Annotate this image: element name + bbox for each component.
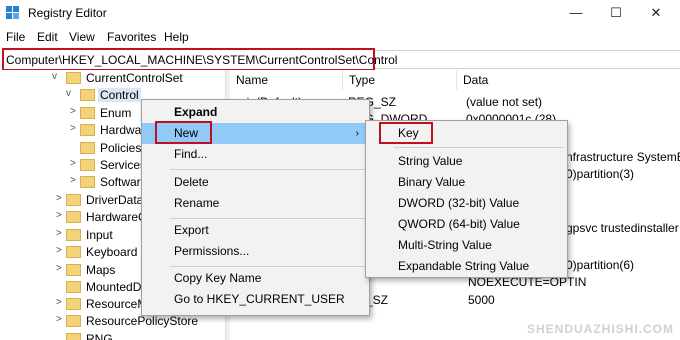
close-button[interactable]: ✕: [636, 2, 676, 24]
menu-help[interactable]: Help: [164, 30, 189, 44]
folder-icon: [80, 142, 95, 154]
submenu-item-string-value[interactable]: String Value: [366, 151, 567, 172]
tree-item-label: Enum: [100, 106, 132, 120]
folder-icon: [66, 264, 81, 276]
menu-item-export[interactable]: Export: [142, 220, 369, 241]
value-data: 0)partition(3): [566, 167, 635, 181]
tree-item-label: ResourcePolicyStore: [86, 314, 199, 328]
tree-item-label: Maps: [86, 263, 116, 277]
value-data: (value not set): [466, 95, 543, 109]
tree-item-label: Hardwa: [100, 123, 142, 137]
folder-icon: [66, 298, 81, 310]
registry-editor-icon: [6, 6, 20, 20]
tree-item-label: Input: [86, 228, 113, 242]
expand-chevron-icon[interactable]: >: [56, 193, 66, 204]
folder-icon: [80, 176, 95, 188]
submenu-item-qword-value[interactable]: QWORD (64-bit) Value: [366, 214, 567, 235]
tree-item-label: Policies: [100, 141, 142, 155]
expand-chevron-icon[interactable]: >: [70, 106, 80, 117]
submenu-item-expandable-string-value[interactable]: Expandable String Value: [366, 256, 567, 277]
menu-separator: [394, 147, 563, 148]
menu-separator: [170, 218, 365, 219]
expand-chevron-icon[interactable]: >: [70, 123, 80, 134]
tree-item-currentcontrolset[interactable]: v CurrentControlSet: [0, 70, 225, 87]
maximize-button[interactable]: ☐: [596, 2, 636, 24]
menu-item-copy-key-name[interactable]: Copy Key Name: [142, 268, 369, 289]
window-title: Registry Editor: [28, 6, 107, 20]
menu-separator: [170, 169, 365, 170]
folder-icon: [66, 315, 81, 327]
expand-chevron-icon[interactable]: >: [70, 175, 80, 186]
folder-icon: [66, 229, 81, 241]
tree-item-label: Keyboard L: [86, 245, 148, 259]
expand-chevron-icon[interactable]: >: [56, 314, 66, 325]
submenu-item-binary-value[interactable]: Binary Value: [366, 172, 567, 193]
menu-item-rename[interactable]: Rename: [142, 193, 369, 214]
folder-icon: [66, 281, 81, 293]
folder-icon: [80, 124, 95, 136]
folder-icon: [66, 72, 81, 84]
value-data: nfrastructure SystemEv: [566, 150, 680, 164]
folder-icon: [66, 194, 81, 206]
minimize-button[interactable]: —: [556, 2, 596, 24]
annotation-highlight-new: [155, 121, 212, 144]
expand-chevron-icon[interactable]: >: [56, 210, 66, 221]
tree-item-label: Services: [100, 158, 147, 172]
title-bar: Registry Editor — ☐ ✕: [0, 0, 680, 28]
watermark: SHENDUAZHISHI.COM: [526, 322, 674, 336]
expand-chevron-icon[interactable]: >: [56, 245, 66, 256]
column-header-data[interactable]: Data: [457, 70, 680, 90]
collapse-chevron-icon[interactable]: v: [66, 88, 76, 99]
menu-favorites[interactable]: Favorites: [107, 30, 156, 44]
menu-file[interactable]: File: [6, 30, 25, 44]
folder-icon: [66, 333, 81, 340]
menu-bar: File Edit View Favorites Help: [0, 28, 680, 46]
menu-item-goto-hkcu[interactable]: Go to HKEY_CURRENT_USER: [142, 289, 369, 310]
value-data: gpsvc trustedinstaller: [566, 221, 679, 235]
collapse-chevron-icon[interactable]: v: [52, 71, 62, 82]
menu-edit[interactable]: Edit: [37, 30, 58, 44]
address-bar[interactable]: Computer\HKEY_LOCAL_MACHINE\SYSTEM\Curre…: [2, 48, 397, 71]
column-header-name[interactable]: Name: [230, 70, 343, 90]
menu-item-find[interactable]: Find...: [142, 144, 369, 165]
expand-chevron-icon[interactable]: >: [70, 158, 80, 169]
expand-chevron-icon[interactable]: >: [56, 263, 66, 274]
menu-item-delete[interactable]: Delete: [142, 172, 369, 193]
annotation-highlight-key: [379, 122, 433, 144]
value-data: 5000: [468, 293, 495, 307]
menu-item-expand[interactable]: Expand: [142, 102, 369, 123]
submenu-item-multi-string-value[interactable]: Multi-String Value: [366, 235, 567, 256]
value-data: 0)partition(6): [566, 258, 635, 272]
tree-item-rng[interactable]: RNG: [0, 331, 225, 340]
folder-icon: [66, 211, 81, 223]
menu-view[interactable]: View: [69, 30, 95, 44]
folder-icon: [80, 89, 95, 101]
expand-chevron-icon[interactable]: >: [56, 297, 66, 308]
column-header-type[interactable]: Type: [343, 70, 457, 90]
address-bar-empty[interactable]: [375, 50, 680, 69]
tree-item-label: Control: [98, 88, 141, 102]
submenu-item-dword-value[interactable]: DWORD (32-bit) Value: [366, 193, 567, 214]
submenu-arrow-icon: ›: [355, 128, 359, 139]
tree-item-label: RNG: [86, 332, 113, 340]
folder-icon: [66, 246, 81, 258]
tree-item-label: ResourceM: [86, 297, 148, 311]
menu-separator: [170, 266, 365, 267]
folder-icon: [80, 107, 95, 119]
menu-item-permissions[interactable]: Permissions...: [142, 241, 369, 262]
tree-item-label: CurrentControlSet: [86, 71, 183, 85]
folder-icon: [80, 159, 95, 171]
tree-item-label: HardwareC: [86, 210, 147, 224]
address-path: Computer\HKEY_LOCAL_MACHINE\SYSTEM\Curre…: [6, 53, 398, 67]
expand-chevron-icon[interactable]: >: [56, 228, 66, 239]
tree-item-label: MountedD: [86, 280, 142, 294]
